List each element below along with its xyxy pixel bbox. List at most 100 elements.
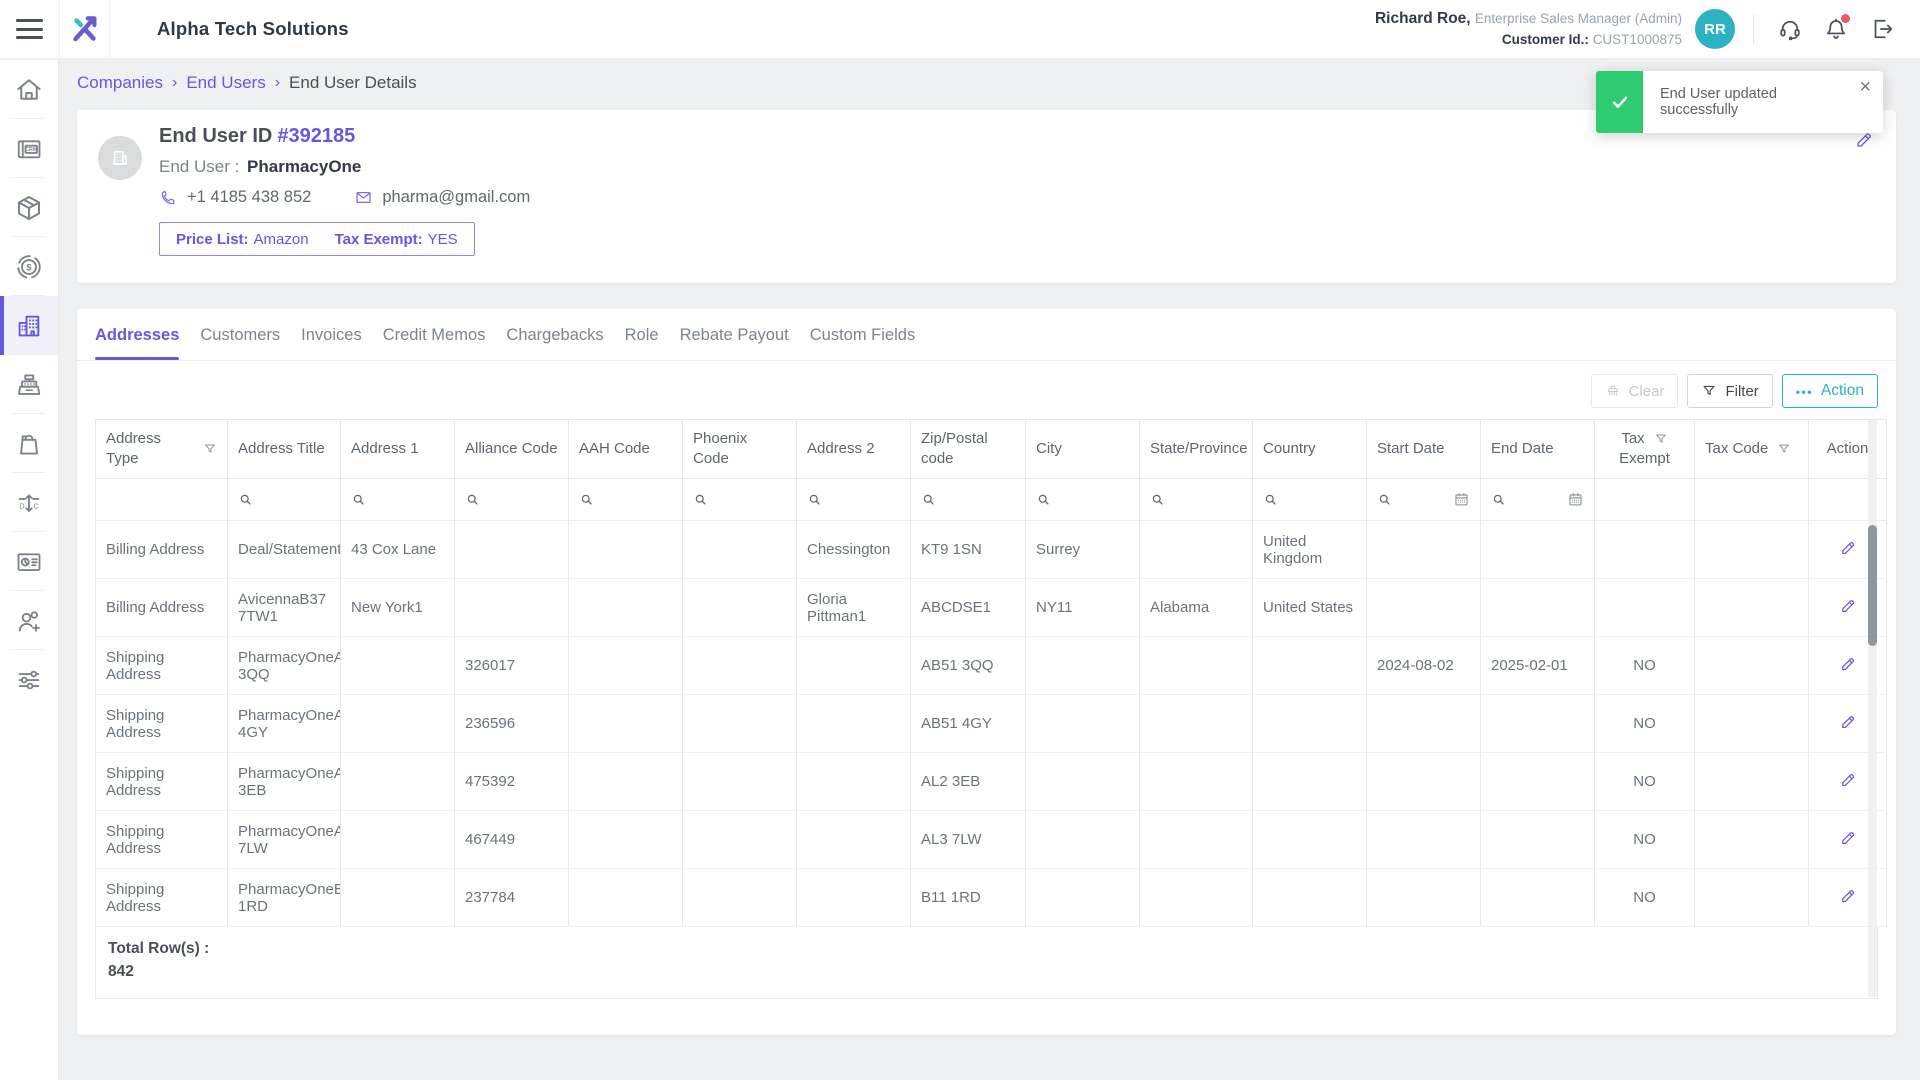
tab-customers[interactable]: Customers xyxy=(200,326,280,360)
avatar-initials: RR xyxy=(1704,21,1726,38)
edit-row-button[interactable] xyxy=(1839,829,1857,847)
search-cell-address-2[interactable] xyxy=(797,479,911,521)
avatar[interactable]: RR xyxy=(1695,9,1735,49)
cell-aah-code xyxy=(569,637,683,695)
brand-logo[interactable] xyxy=(59,0,110,58)
table-scrollbar-thumb[interactable] xyxy=(1868,525,1877,646)
tab-chargebacks[interactable]: Chargebacks xyxy=(506,326,603,360)
end-user-id-value[interactable]: #392185 xyxy=(277,125,355,147)
search-icon[interactable] xyxy=(921,492,936,507)
clear-button[interactable]: Clear xyxy=(1591,374,1679,408)
search-icon[interactable] xyxy=(579,492,594,507)
breadcrumb-link-end-users[interactable]: End Users xyxy=(186,73,265,93)
cell-city xyxy=(1026,869,1140,927)
search-cell-phoenix-code[interactable] xyxy=(683,479,797,521)
toast-message: End User updated successfully xyxy=(1643,71,1883,133)
sidebar-item-user-add[interactable] xyxy=(0,591,58,650)
tab-rebate-payout[interactable]: Rebate Payout xyxy=(680,326,789,360)
tab-addresses[interactable]: Addresses xyxy=(95,326,179,360)
tax-exempt-label: Tax Exempt: xyxy=(335,231,423,248)
filter-funnel-icon[interactable] xyxy=(1777,442,1791,456)
edit-row-button[interactable] xyxy=(1839,539,1857,557)
search-cell-alliance-code[interactable] xyxy=(455,479,569,521)
search-cell-address-1[interactable] xyxy=(341,479,455,521)
sidebar-item-home[interactable] xyxy=(0,60,58,119)
search-icon[interactable] xyxy=(1263,492,1278,507)
cell-end-date xyxy=(1481,869,1595,927)
notification-dot xyxy=(1841,14,1850,23)
filter-funnel-icon[interactable] xyxy=(203,442,217,456)
search-cell-state-province[interactable] xyxy=(1140,479,1253,521)
action-button[interactable]: ••• Action xyxy=(1782,374,1878,408)
tab-role[interactable]: Role xyxy=(625,326,659,360)
search-cell-start-date[interactable] xyxy=(1367,479,1481,521)
search-icon[interactable] xyxy=(351,492,366,507)
cell-alliance-code xyxy=(455,521,569,579)
home-icon xyxy=(14,75,44,105)
filter-button[interactable]: Filter xyxy=(1687,374,1772,408)
search-icon[interactable] xyxy=(1150,492,1165,507)
sidebar-item-package[interactable] xyxy=(0,178,58,237)
cell-end-date xyxy=(1481,753,1595,811)
cell-aah-code xyxy=(569,869,683,927)
cell-address-1 xyxy=(341,637,455,695)
edit-row-button[interactable] xyxy=(1839,655,1857,673)
search-icon[interactable] xyxy=(238,492,253,507)
sidebar-item-coin[interactable] xyxy=(0,237,58,296)
hamburger-menu-icon[interactable] xyxy=(0,0,59,58)
search-icon[interactable] xyxy=(465,492,480,507)
search-cell-end-date[interactable] xyxy=(1481,479,1595,521)
sidebar-item-crm[interactable] xyxy=(0,119,58,178)
search-icon[interactable] xyxy=(1491,492,1506,507)
search-cell-aah-code[interactable] xyxy=(569,479,683,521)
search-icon[interactable] xyxy=(1036,492,1051,507)
calendar-icon[interactable] xyxy=(1567,491,1584,508)
sidebar-item-scale[interactable] xyxy=(0,473,58,532)
edit-row-button[interactable] xyxy=(1839,771,1857,789)
sidebar-item-register[interactable] xyxy=(0,355,58,414)
cell-tax-exempt: NO xyxy=(1595,637,1695,695)
cell-aah-code xyxy=(569,579,683,637)
sidebar-item-bag[interactable] xyxy=(0,414,58,473)
search-icon[interactable] xyxy=(807,492,822,507)
end-user-name: PharmacyOne xyxy=(247,157,361,176)
customer-id-value: CUST1000875 xyxy=(1593,32,1682,47)
cell-tax-code xyxy=(1695,637,1809,695)
tab-invoices[interactable]: Invoices xyxy=(301,326,362,360)
close-icon[interactable]: × xyxy=(1859,77,1871,97)
cell-country: United States xyxy=(1253,579,1367,637)
sidebar xyxy=(0,60,59,1080)
filter-funnel-icon xyxy=(1701,383,1717,399)
end-user-id-label: End User ID xyxy=(159,125,272,147)
search-icon[interactable] xyxy=(1377,492,1392,507)
sidebar-item-report[interactable] xyxy=(0,532,58,591)
search-cell-city[interactable] xyxy=(1026,479,1140,521)
cell-tax-exempt: NO xyxy=(1595,753,1695,811)
breadcrumb-link-companies[interactable]: Companies xyxy=(77,73,163,93)
search-cell-address-title[interactable] xyxy=(228,479,341,521)
headset-icon[interactable] xyxy=(1777,16,1803,42)
sidebar-item-buildings[interactable] xyxy=(0,296,58,355)
filter-funnel-icon[interactable] xyxy=(1654,432,1668,446)
sidebar-item-sliders[interactable] xyxy=(0,650,58,709)
tab-credit-memos[interactable]: Credit Memos xyxy=(383,326,486,360)
edit-row-button[interactable] xyxy=(1839,887,1857,905)
edit-row-button[interactable] xyxy=(1839,713,1857,731)
logout-icon[interactable] xyxy=(1869,16,1895,42)
topbar: Alpha Tech Solutions Richard Roe, Enterp… xyxy=(0,0,1920,59)
col-header-state-province: State/Province xyxy=(1140,420,1253,479)
search-cell-zip-postal-code[interactable] xyxy=(911,479,1026,521)
edit-pencil-icon xyxy=(1839,713,1857,731)
search-icon[interactable] xyxy=(693,492,708,507)
calendar-icon[interactable] xyxy=(1453,491,1470,508)
cell-tax-code xyxy=(1695,811,1809,869)
edit-row-button[interactable] xyxy=(1839,597,1857,615)
cell-start-date xyxy=(1367,811,1481,869)
edit-pencil-icon[interactable] xyxy=(1854,130,1874,150)
notification-bell-icon[interactable] xyxy=(1823,16,1849,42)
cell-start-date xyxy=(1367,869,1481,927)
search-cell-country[interactable] xyxy=(1253,479,1367,521)
building-avatar-icon xyxy=(98,136,142,180)
cell-phoenix-code xyxy=(683,811,797,869)
tab-custom-fields[interactable]: Custom Fields xyxy=(810,326,915,360)
